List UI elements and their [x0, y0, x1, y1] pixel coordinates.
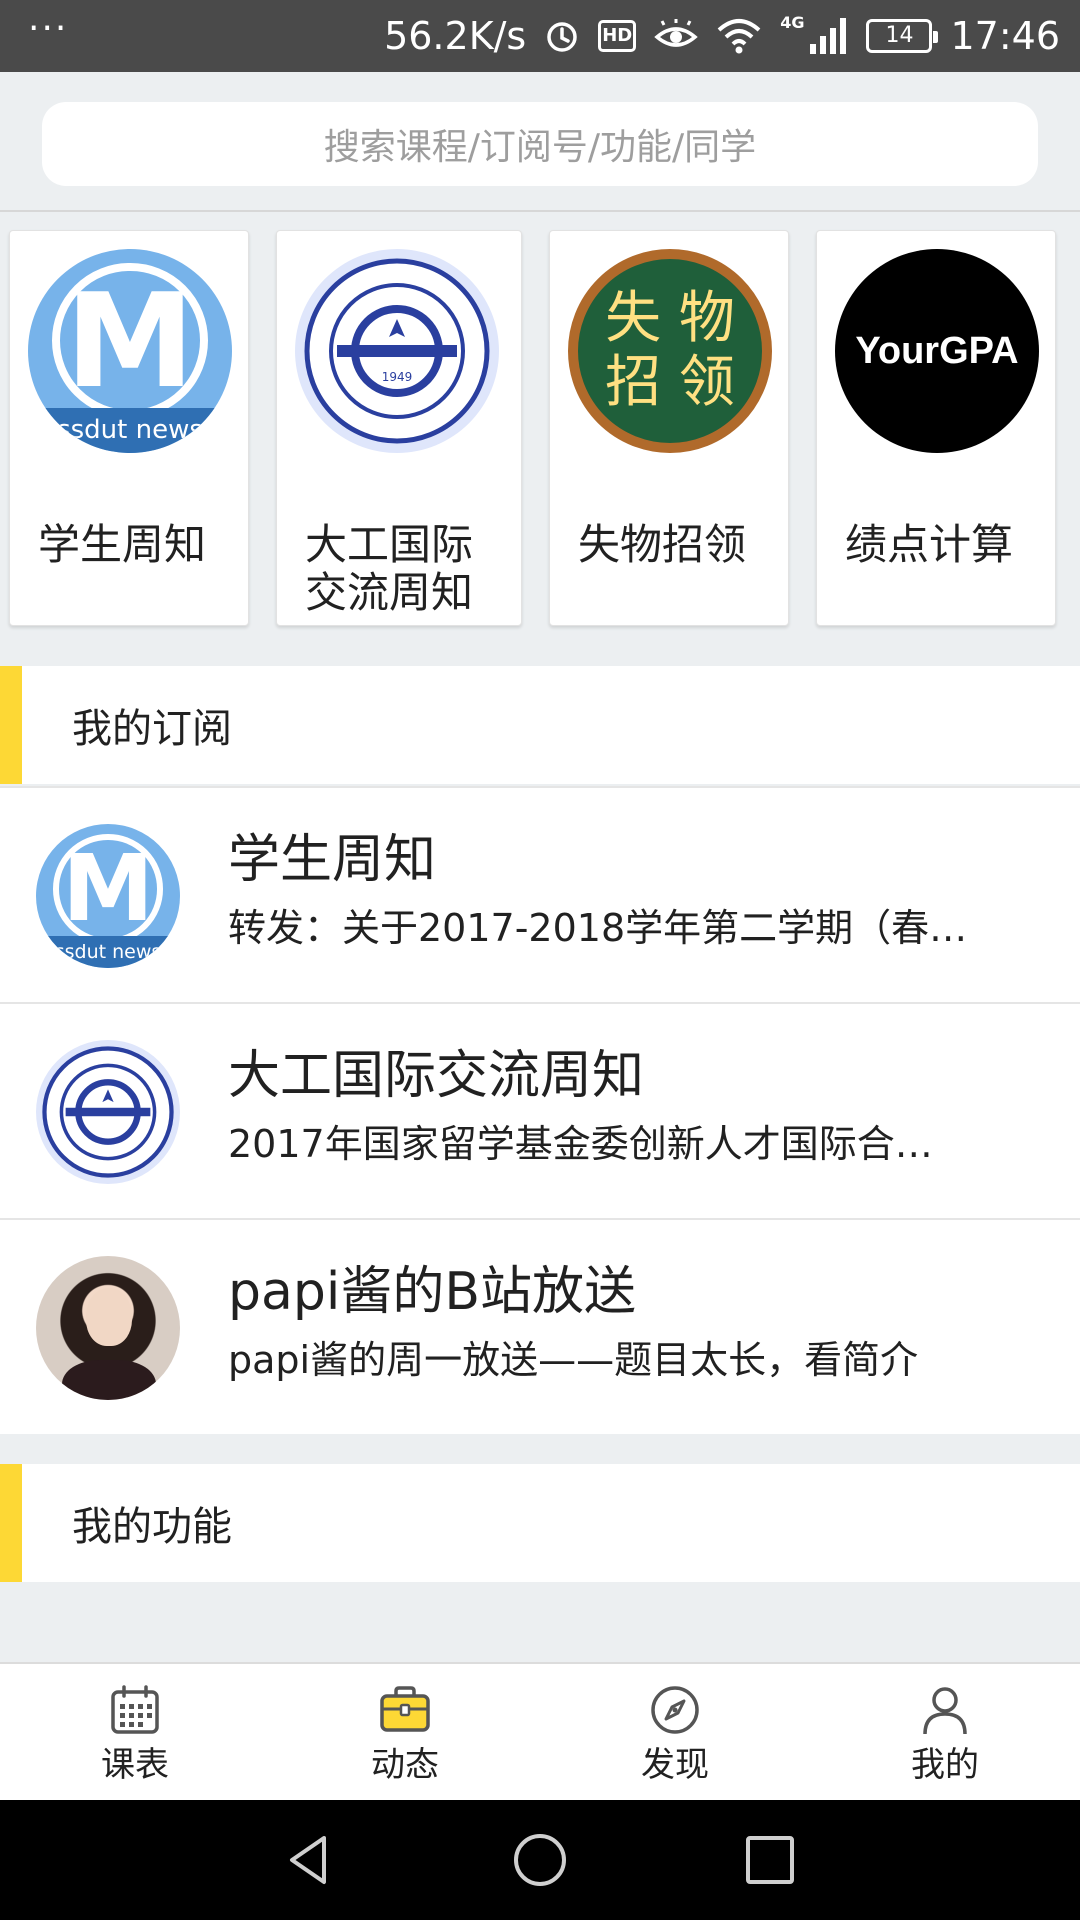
battery-icon: 14	[866, 19, 939, 53]
network-speed: 56.2K/s	[384, 14, 527, 58]
nav-item-feed[interactable]: 动态	[270, 1664, 540, 1800]
nav-label: 发现	[641, 1745, 709, 1785]
papi-avatar	[36, 1256, 180, 1400]
lost-and-found-logo: 失 物招 领	[568, 249, 772, 453]
clock: 17:46	[950, 14, 1060, 58]
shortcut-label: 失物招领	[578, 520, 747, 569]
back-icon[interactable]	[280, 1830, 340, 1890]
list-item[interactable]: papi酱的B站放送 papi酱的周一放送——题目太长，看简介	[0, 1218, 1080, 1434]
section-title: 我的订阅	[72, 706, 232, 752]
subscription-title: 学生周知	[228, 830, 437, 890]
shortcut-card-intl-exchange[interactable]: 1949 大工国际 交流周知	[276, 230, 522, 626]
dlut-seal-avatar	[36, 1040, 180, 1184]
subscription-list: M ssdut news 学生周知 转发：关于2017-2018学年第二学期（春…	[0, 786, 1080, 1434]
subscription-preview: papi酱的周一放送——题目太长，看简介	[228, 1338, 919, 1382]
list-item[interactable]: 大工国际交流周知 2017年国家留学基金委创新人才国际合…	[0, 1002, 1080, 1218]
subscription-title: papi酱的B站放送	[228, 1262, 637, 1322]
status-indicators: 56.2K/s HD 4G 14 17:46	[384, 12, 1060, 59]
more-notifications-icon: ···	[28, 8, 69, 49]
ssdut-news-logo: M ssdut news	[28, 249, 232, 453]
shortcut-label: 学生周知	[38, 520, 207, 569]
list-item[interactable]: M ssdut news 学生周知 转发：关于2017-2018学年第二学期（春…	[0, 786, 1080, 1002]
search-input[interactable]: 搜索课程/订阅号/功能/同学	[42, 102, 1038, 186]
section-title: 我的功能	[72, 1504, 232, 1550]
shortcut-label: 大工国际 交流周知	[305, 520, 474, 617]
subscription-preview: 转发：关于2017-2018学年第二学期（春…	[228, 906, 968, 950]
briefcase-icon	[380, 1686, 430, 1732]
dlut-seal-logo: 1949	[295, 249, 499, 453]
wifi-icon	[716, 18, 762, 54]
nav-item-me[interactable]: 我的	[810, 1664, 1080, 1800]
section-accent-bar	[0, 1464, 22, 1582]
shortcut-label: 绩点计算	[845, 520, 1014, 569]
subscription-title: 大工国际交流周知	[228, 1046, 645, 1106]
nav-item-discover[interactable]: 发现	[540, 1664, 810, 1800]
shortcut-card-gpa[interactable]: YourGPA 绩点计算	[816, 230, 1056, 626]
ssdut-news-avatar: M ssdut news	[36, 824, 180, 968]
alarm-icon	[544, 18, 580, 54]
section-header-functions: 我的功能	[0, 1464, 1080, 1582]
nav-item-schedule[interactable]: 课表	[0, 1664, 270, 1800]
signal-icon	[808, 16, 848, 56]
section-header-subscriptions: 我的订阅	[0, 666, 1080, 784]
shortcut-card-student-notice[interactable]: M ssdut news 学生周知	[9, 230, 249, 626]
calendar-icon	[111, 1685, 159, 1734]
svg-text:1949: 1949	[382, 370, 413, 384]
network-type: 4G	[780, 12, 805, 32]
search-area: 搜索课程/订阅号/功能/同学	[0, 72, 1080, 212]
system-nav-bar	[0, 1800, 1080, 1920]
shortcut-card-lost-found[interactable]: 失 物招 领 失物招领	[549, 230, 789, 626]
section-accent-bar	[0, 666, 22, 784]
eye-comfort-icon	[654, 19, 698, 53]
compass-icon	[651, 1686, 699, 1734]
shortcut-row: M ssdut news 学生周知 1949 大工国际 交流周知 失 物招 领 …	[0, 212, 1080, 666]
yourgpa-logo: YourGPA	[835, 249, 1039, 453]
home-icon[interactable]	[510, 1830, 570, 1890]
bottom-nav: 课表 动态 发现 我的	[0, 1662, 1080, 1800]
person-icon	[923, 1687, 967, 1735]
status-bar: ··· 56.2K/s HD 4G 14 17:46	[0, 0, 1080, 72]
nav-label: 动态	[371, 1745, 439, 1785]
nav-label: 我的	[911, 1745, 979, 1785]
nav-label: 课表	[101, 1745, 169, 1785]
hd-icon: HD	[598, 20, 637, 52]
subscription-preview: 2017年国家留学基金委创新人才国际合…	[228, 1122, 933, 1166]
recents-icon[interactable]	[740, 1830, 800, 1890]
